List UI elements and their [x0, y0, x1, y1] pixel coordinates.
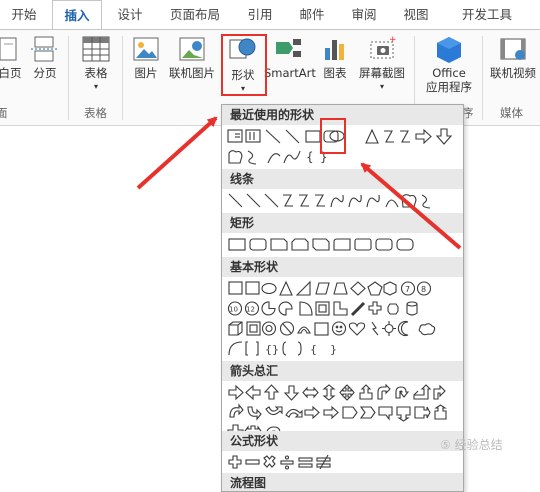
red-arrow-to-shapes-icon: [136, 116, 218, 190]
red-arrow-to-oval-icon: [360, 162, 462, 250]
annotation-arrows: [136, 116, 462, 250]
watermark-text: ⑤ 经验总结: [440, 438, 503, 452]
